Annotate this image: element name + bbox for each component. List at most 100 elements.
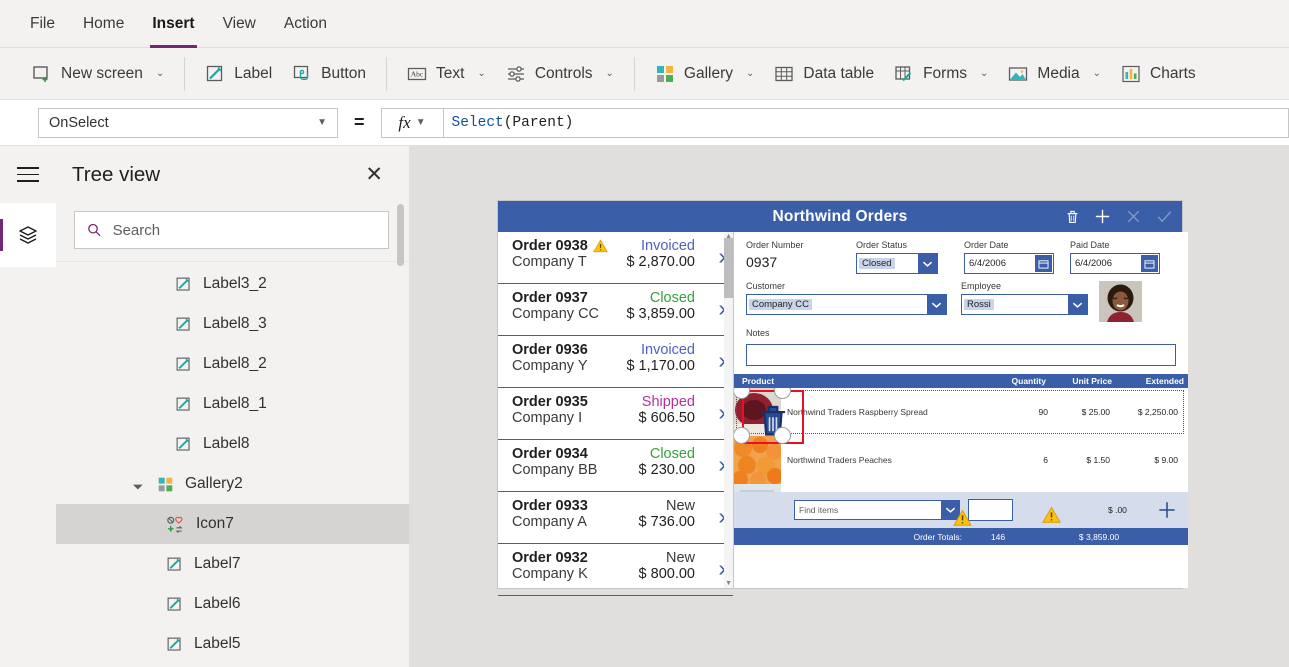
ribbon-controls-button[interactable]: Controls ⌄: [496, 58, 624, 90]
product-unit-price: $ 1.50: [1086, 455, 1110, 465]
chevron-down-icon[interactable]: [1068, 295, 1087, 314]
text-icon: Abc: [407, 67, 427, 80]
formula-input[interactable]: Select (Parent): [442, 107, 1289, 138]
menu-item-insert[interactable]: Insert: [150, 9, 197, 48]
chevron-down-icon[interactable]: [927, 295, 946, 314]
rail-tree-view-button[interactable]: [0, 203, 56, 267]
order-gallery-item[interactable]: Order 0937 Closed Company CC $ 3,859.00 …: [498, 284, 733, 336]
field-paid-date: Paid Date 6/4/2006: [1070, 240, 1176, 274]
order-gallery-item[interactable]: Order 0934 Closed Company BB $ 230.00 ›: [498, 440, 733, 492]
order-number-label: Order Number: [746, 240, 804, 250]
resize-handle-top-right[interactable]: [774, 388, 791, 399]
tree-node-gallery2[interactable]: ◢ Gallery2: [56, 464, 409, 504]
formula-function-name: Select: [451, 114, 504, 131]
order-company: Company I: [512, 410, 583, 426]
ribbon-charts-button[interactable]: Charts: [1111, 58, 1206, 90]
cancel-icon[interactable]: [1124, 207, 1143, 226]
svg-text:Abc: Abc: [411, 69, 424, 78]
order-status: Closed: [649, 446, 695, 462]
tree-node-label5[interactable]: Label5: [56, 624, 409, 664]
order-totals-quantity: 146: [990, 531, 1006, 542]
field-customer: Customer Company CC: [746, 281, 961, 322]
ribbon-data-table-button[interactable]: Data table: [764, 58, 884, 90]
order-gallery-item[interactable]: Order 0932 New Company K $ 800.00 ›: [498, 544, 733, 596]
find-items-dropdown[interactable]: Find items: [794, 500, 960, 520]
menu-item-home[interactable]: Home: [81, 9, 126, 39]
menu-item-action[interactable]: Action: [282, 9, 329, 39]
form-row-1: Order Number 0937 Order Status Closed Or…: [746, 240, 1176, 274]
ribbon-text-button[interactable]: Abc Text ⌄: [397, 58, 496, 90]
product-extended: $ 9.00: [1154, 455, 1178, 465]
calendar-icon[interactable]: [1141, 255, 1158, 272]
ribbon-forms-button[interactable]: Forms ⌄: [884, 58, 998, 90]
resize-handle-top-left[interactable]: [734, 388, 750, 399]
ribbon-label-button[interactable]: Label: [195, 58, 282, 90]
northwind-orders-app: Northwind Orders Order 0938 Invoiced Com…: [498, 201, 1188, 596]
scroll-down-icon[interactable]: ▼: [725, 580, 732, 587]
chevron-down-icon: ⌄: [155, 68, 165, 79]
chevron-down-icon[interactable]: [918, 254, 937, 273]
chevron-down-icon: ⌄: [746, 68, 755, 79]
form-row-2: Customer Company CC Employee Rossi: [746, 281, 1176, 322]
tree-node-icon7[interactable]: Icon7: [56, 504, 409, 544]
ribbon-gallery-button[interactable]: Gallery ⌄: [645, 58, 765, 90]
tree-node-label8-3[interactable]: Label8_3: [56, 304, 409, 344]
app-canvas: Northwind Orders Order 0938 Invoiced Com…: [410, 146, 1289, 667]
search-input[interactable]: [112, 221, 376, 239]
resize-handle-bottom-left[interactable]: [734, 427, 750, 444]
tree-expander-icon[interactable]: ◢: [128, 474, 147, 493]
warning-icon: [1042, 506, 1061, 523]
tree-view-scrollbar[interactable]: [397, 204, 404, 266]
order-totals-amount: $ 3,859.00: [1078, 531, 1120, 542]
employee-value: Rossi: [964, 299, 994, 310]
order-gallery-item[interactable]: Order 0933 New Company A $ 736.00 ›: [498, 492, 733, 544]
close-icon[interactable]: ✕: [365, 164, 383, 185]
employee-dropdown[interactable]: Rossi: [961, 294, 1088, 315]
order-status-dropdown[interactable]: Closed: [856, 253, 938, 274]
quantity-input[interactable]: [968, 499, 1013, 521]
menu-item-file[interactable]: File: [28, 9, 57, 39]
hamburger-button[interactable]: [0, 146, 56, 203]
tree-node-label7[interactable]: Label7: [56, 544, 409, 584]
order-number: Order 0935: [512, 394, 588, 410]
tree-node-label8-1[interactable]: Label8_1: [56, 384, 409, 424]
delete-order-icon[interactable]: [1064, 208, 1081, 225]
product-row-partial[interactable]: [734, 484, 1188, 492]
button-icon: [294, 65, 309, 80]
order-gallery-item[interactable]: Order 0936 Invoiced Company Y $ 1,170.00…: [498, 336, 733, 388]
field-order-number: Order Number 0937: [746, 240, 856, 274]
order-company: Company K: [512, 566, 588, 582]
customer-dropdown[interactable]: Company CC: [746, 294, 947, 315]
ribbon-media-button[interactable]: Media ⌄: [998, 58, 1111, 90]
calendar-icon[interactable]: [1035, 255, 1052, 272]
menu-item-view[interactable]: View: [221, 9, 258, 39]
fx-button[interactable]: fx ▼: [380, 107, 443, 138]
order-gallery-item[interactable]: Order 0935 Shipped Company I $ 606.50 ›: [498, 388, 733, 440]
order-status: New: [665, 498, 695, 514]
tree-node-label8[interactable]: Label8: [56, 424, 409, 464]
tree-node-label6[interactable]: Label6: [56, 584, 409, 624]
ribbon-button-button[interactable]: Button: [282, 58, 376, 90]
ribbon-new-screen-label: New screen: [61, 64, 143, 82]
ribbon-new-screen-button[interactable]: New screen ⌄: [22, 58, 174, 90]
notes-input[interactable]: [746, 344, 1176, 366]
order-number: Order 0932: [512, 550, 588, 566]
new-order-icon[interactable]: [1093, 207, 1112, 226]
icon-icon: [167, 516, 183, 533]
field-employee: Employee Rossi: [961, 281, 1099, 322]
add-line-item-icon[interactable]: [1156, 499, 1178, 521]
gallery-scroll-thumb[interactable]: [724, 238, 733, 298]
orders-gallery: Order 0938 Invoiced Company T $ 2,870.00: [498, 232, 734, 596]
gallery-scrollbar[interactable]: ▲ ▼: [724, 232, 733, 588]
order-company: Company CC: [512, 306, 600, 322]
tree-node-label8-2[interactable]: Label8_2: [56, 344, 409, 384]
tree-node-label3-2[interactable]: Label3_2: [56, 264, 409, 304]
ribbon-divider: [184, 56, 186, 91]
resize-handle-bottom-right[interactable]: [774, 427, 791, 444]
property-select[interactable]: OnSelect ▼: [38, 107, 338, 138]
order-gallery-item[interactable]: Order 0938 Invoiced Company T $ 2,870.00: [498, 232, 733, 284]
paid-date-picker[interactable]: 6/4/2006: [1070, 253, 1160, 274]
order-date-picker[interactable]: 6/4/2006: [964, 253, 1054, 274]
tree-search-box[interactable]: [74, 211, 389, 249]
confirm-icon[interactable]: [1155, 207, 1174, 226]
